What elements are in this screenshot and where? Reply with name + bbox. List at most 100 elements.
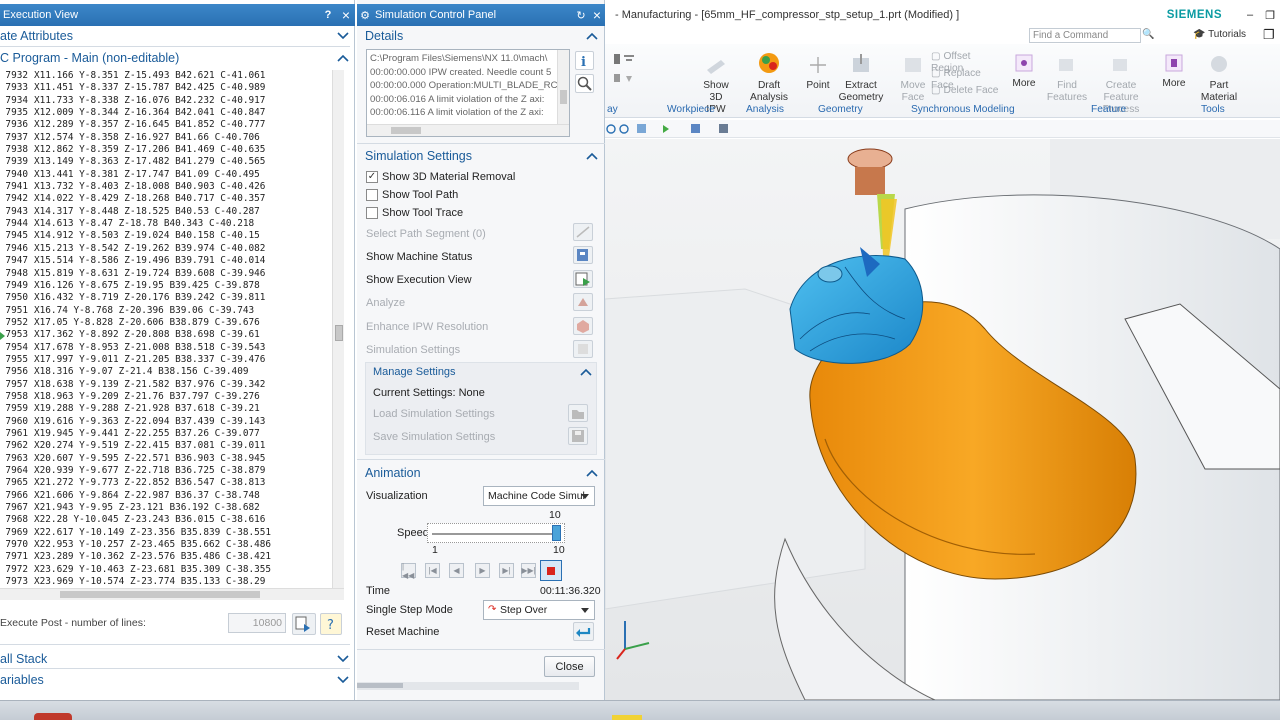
restore-ribbon-icon[interactable]: ❐ xyxy=(1263,27,1275,43)
visualization-select[interactable]: Machine Code Simul xyxy=(483,486,595,506)
details-vertical-scrollbar[interactable] xyxy=(557,50,569,124)
slider-thumb[interactable] xyxy=(552,525,561,541)
manage-settings-header[interactable]: Manage Settings xyxy=(373,365,593,379)
details-header[interactable]: Details xyxy=(365,28,599,44)
code-line[interactable]: 7944 X14.613 Y-8.47 Z-18.78 B40.343 C-40.… xyxy=(0,218,332,230)
code-line[interactable]: 7971 X23.289 Y-10.362 Z-23.576 B35.486 C-… xyxy=(0,551,332,563)
code-line[interactable]: 7956 X18.316 Y-9.07 Z-21.4 B38.156 C-39.4… xyxy=(0,366,332,378)
scrollbar-thumb[interactable] xyxy=(335,325,343,341)
code-line[interactable]: 7954 X17.678 Y-8.953 Z-21.008 B38.518 C-3… xyxy=(0,342,332,354)
call-stack-header[interactable]: all Stack xyxy=(0,651,350,667)
graphics-viewport[interactable] xyxy=(605,139,1280,700)
execute-post-lines-input[interactable]: 10800 xyxy=(228,613,286,633)
tutorials-link[interactable]: 🎓 Tutorials xyxy=(1193,29,1246,40)
code-vertical-scrollbar[interactable] xyxy=(332,70,344,588)
show-3d-checkbox[interactable]: ✓ xyxy=(366,171,378,183)
step-forward-operation-button[interactable]: ▶| xyxy=(499,563,514,578)
details-log[interactable]: C:\Program Files\Siemens\NX 11.0\mach\ 00… xyxy=(366,49,570,137)
chevron-down-icon[interactable] xyxy=(336,29,350,43)
code-line[interactable]: 7961 X19.945 Y-9.441 Z-22.255 B37.26 C-39… xyxy=(0,428,332,440)
gear-icon[interactable]: ⚙ xyxy=(357,9,373,22)
state-attributes-header[interactable]: ate Attributes xyxy=(0,28,350,44)
draft-analysis-button[interactable]: Draft Analysis xyxy=(747,50,791,104)
nc-code-listing[interactable]: 7932 X11.166 Y-8.351 Z-15.493 B42.621 C-4… xyxy=(0,70,332,588)
code-line[interactable]: 7958 X18.963 Y-9.209 Z-21.76 B37.797 C-39… xyxy=(0,391,332,403)
chevron-up-icon[interactable] xyxy=(579,365,593,379)
chevron-up-icon[interactable] xyxy=(585,466,599,480)
details-horizontal-scrollbar[interactable] xyxy=(367,124,569,136)
analyze-icon[interactable] xyxy=(573,293,593,311)
move-face-button[interactable]: Move Face xyxy=(897,52,929,104)
chevron-down-icon[interactable] xyxy=(336,652,350,666)
code-line[interactable]: 7942 X14.022 Y-8.429 Z-18.268 B40.717 C-4… xyxy=(0,193,332,205)
code-line[interactable]: 7936 X12.289 Y-8.357 Z-16.645 B41.852 C-4… xyxy=(0,119,332,131)
code-line[interactable]: 7935 X12.009 Y-8.344 Z-16.364 B42.041 C-4… xyxy=(0,107,332,119)
help-icon[interactable]: ? xyxy=(320,613,342,635)
code-line[interactable]: 7952 X17.05 Y-8.828 Z-20.606 B38.879 C-39… xyxy=(0,317,332,329)
code-line[interactable]: 7970 X22.953 Y-10.257 Z-23.465 B35.662 C-… xyxy=(0,539,332,551)
path-segment-icon[interactable] xyxy=(573,223,593,241)
code-line[interactable]: 7973 X23.969 Y-10.574 Z-23.774 B35.133 C-… xyxy=(0,576,332,588)
find-features-button[interactable]: Find Features xyxy=(1045,54,1089,104)
part-material-button[interactable]: Part Material xyxy=(1197,52,1241,104)
show-tool-trace-checkbox[interactable] xyxy=(366,207,378,219)
help-icon[interactable]: ? xyxy=(319,9,337,21)
rewind-start-button[interactable]: |◀◀ xyxy=(401,562,416,580)
taskbar-app-icon[interactable] xyxy=(612,715,642,720)
code-line[interactable]: 7950 X16.432 Y-8.719 Z-20.176 B39.242 C-3… xyxy=(0,292,332,304)
delete-face-button[interactable]: ▢ Delete Face xyxy=(931,85,1003,97)
code-line[interactable]: 7953 X17.362 Y-8.892 Z-20.808 B38.698 C-3… xyxy=(0,329,332,341)
code-line[interactable]: 7933 X11.451 Y-8.337 Z-15.787 B42.425 C-4… xyxy=(0,82,332,94)
code-line[interactable]: 7955 X17.997 Y-9.011 Z-21.205 B38.337 C-3… xyxy=(0,354,332,366)
speed-slider[interactable] xyxy=(427,523,565,543)
step-back-button[interactable]: ◀ xyxy=(449,563,464,578)
play-button[interactable]: ▶ xyxy=(475,563,490,578)
chevron-up-icon[interactable] xyxy=(336,51,350,65)
scrollbar-thumb[interactable] xyxy=(560,90,567,104)
code-line[interactable]: 7959 X19.288 Y-9.288 Z-21.928 B37.618 C-3… xyxy=(0,403,332,415)
scrollbar-thumb[interactable] xyxy=(357,683,403,688)
code-line[interactable]: 7948 X15.819 Y-8.631 Z-19.724 B39.608 C-3… xyxy=(0,268,332,280)
execute-post-icon[interactable] xyxy=(292,613,316,635)
program-main-header[interactable]: C Program - Main (non-editable) xyxy=(0,50,350,66)
code-line[interactable]: 7939 X13.149 Y-8.363 Z-17.482 B41.279 C-4… xyxy=(0,156,332,168)
code-line[interactable]: 7967 X21.943 Y-9.95 Z-23.121 B36.192 C-38… xyxy=(0,502,332,514)
magnifier-icon[interactable] xyxy=(575,74,594,93)
show-tool-path-checkbox[interactable] xyxy=(366,189,378,201)
code-line[interactable]: 7940 X13.441 Y-8.381 Z-17.747 B41.09 C-40… xyxy=(0,169,332,181)
load-settings-icon[interactable] xyxy=(568,404,588,422)
chevron-down-icon[interactable] xyxy=(336,673,350,687)
reset-machine-icon[interactable] xyxy=(573,622,594,641)
extract-geometry-button[interactable]: Extract Geometry xyxy=(835,52,887,104)
code-line[interactable]: 7972 X23.629 Y-10.463 Z-23.681 B35.309 C-… xyxy=(0,564,332,576)
show-tool-path-row[interactable]: Show Tool Path xyxy=(366,189,458,201)
single-step-select[interactable]: ↷ Step Over xyxy=(483,600,595,620)
code-line[interactable]: 7946 X15.213 Y-8.542 Z-19.262 B39.974 C-4… xyxy=(0,243,332,255)
code-line[interactable]: 7968 X22.28 Y-10.045 Z-23.243 B36.015 C-3… xyxy=(0,514,332,526)
simulation-settings-icon[interactable] xyxy=(573,340,593,358)
sim-settings-header[interactable]: Simulation Settings xyxy=(365,148,599,164)
code-line[interactable]: 7966 X21.606 Y-9.864 Z-22.987 B36.37 C-38… xyxy=(0,490,332,502)
show-tool-trace-row[interactable]: Show Tool Trace xyxy=(366,207,463,219)
code-line[interactable]: 7965 X21.272 Y-9.773 Z-22.852 B36.547 C-3… xyxy=(0,477,332,489)
minimize-icon[interactable]: – xyxy=(1240,9,1260,21)
animation-header[interactable]: Animation xyxy=(365,465,599,481)
chevron-up-icon[interactable] xyxy=(585,29,599,43)
code-line[interactable]: 7943 X14.317 Y-8.448 Z-18.525 B40.53 C-40… xyxy=(0,206,332,218)
code-line[interactable]: 7947 X15.514 Y-8.586 Z-19.496 B39.791 C-4… xyxy=(0,255,332,267)
point-button[interactable]: Point xyxy=(801,54,835,92)
code-line[interactable]: 7964 X20.939 Y-9.677 Z-22.718 B36.725 C-3… xyxy=(0,465,332,477)
stop-button[interactable] xyxy=(540,560,562,581)
save-settings-icon[interactable] xyxy=(568,427,588,445)
code-line[interactable]: 7969 X22.617 Y-10.149 Z-23.356 B35.839 C-… xyxy=(0,527,332,539)
restore-icon[interactable]: ❐ xyxy=(1260,9,1280,22)
code-line[interactable]: 7941 X13.732 Y-8.403 Z-18.008 B40.903 C-4… xyxy=(0,181,332,193)
scrollbar-thumb[interactable] xyxy=(60,591,260,598)
machine-status-icon[interactable] xyxy=(573,246,593,264)
show-3d-material-removal-row[interactable]: ✓ Show 3D Material Removal xyxy=(366,171,515,183)
taskbar-app-icon[interactable] xyxy=(34,713,72,720)
more-sync-button[interactable]: More xyxy=(1009,52,1039,90)
code-line[interactable]: 7938 X12.862 Y-8.359 Z-17.206 B41.469 C-4… xyxy=(0,144,332,156)
code-line[interactable]: 7960 X19.616 Y-9.363 Z-22.094 B37.439 C-3… xyxy=(0,416,332,428)
scp-horizontal-scrollbar[interactable] xyxy=(357,682,579,690)
